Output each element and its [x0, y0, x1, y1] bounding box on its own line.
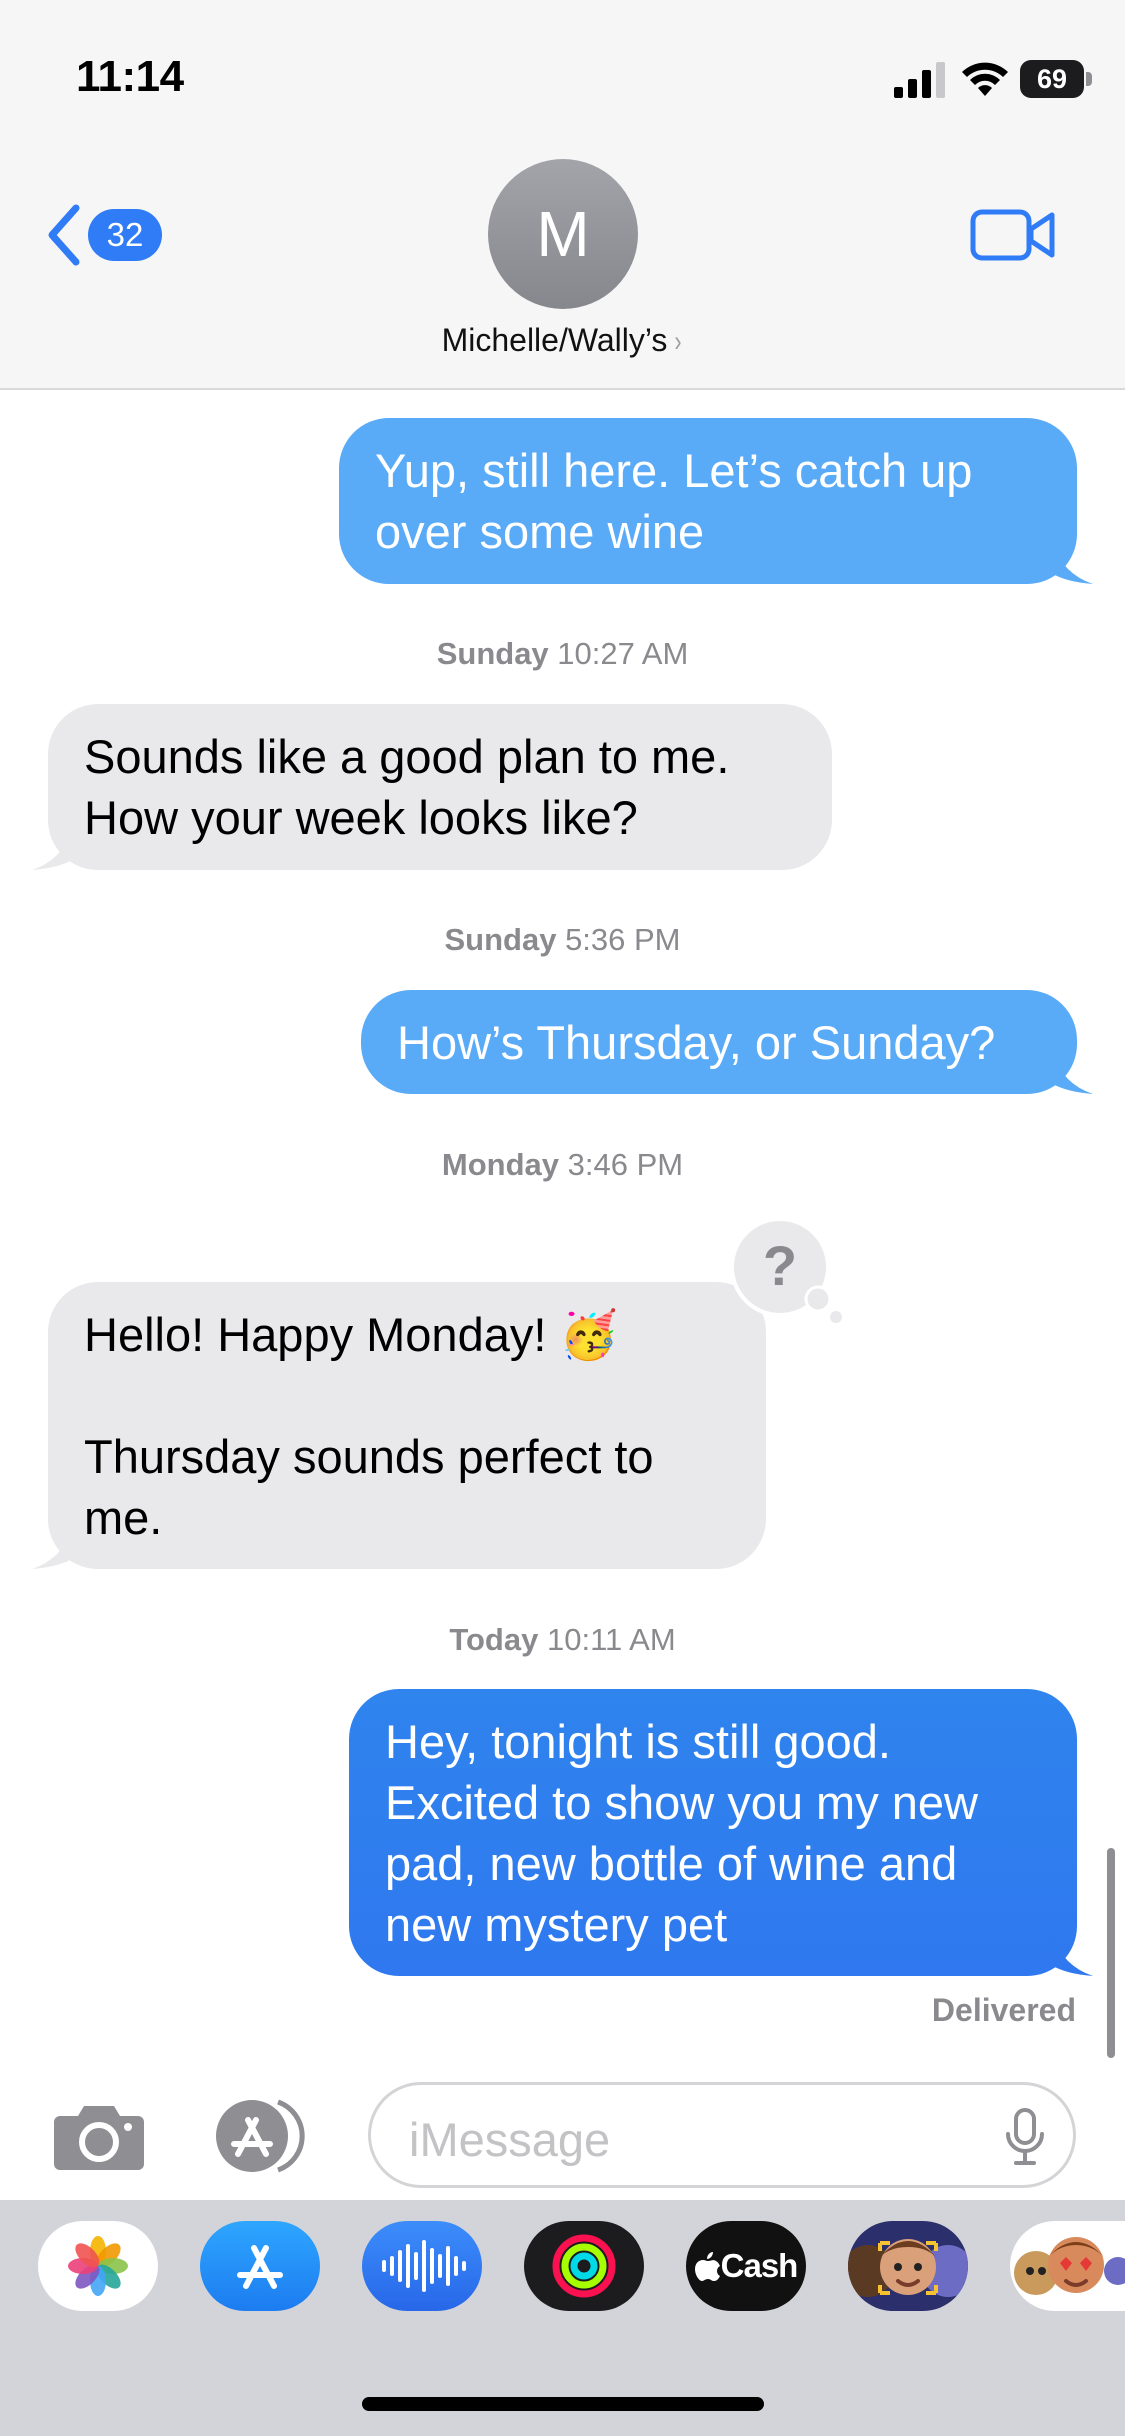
- timestamp-day: Monday: [441, 1147, 560, 1182]
- cellular-signal-icon: [894, 62, 945, 98]
- message-text: Yup, still here. Let’s catch up over som…: [375, 444, 973, 558]
- message-bubble-received[interactable]: Hello! Happy Monday! 🥳 Thursday sounds p…: [32, 1282, 766, 1569]
- app-store-drawer-button[interactable]: [208, 2098, 318, 2174]
- timestamp-time: 3:46 PM: [567, 1147, 684, 1182]
- message-bubble-sent[interactable]: How’s Thursday, or Sunday?: [361, 990, 1093, 1094]
- bubble-tail: [1053, 1054, 1093, 1094]
- memoji-stickers-app-button[interactable]: [1010, 2221, 1125, 2311]
- photos-icon: [68, 2236, 128, 2296]
- contact-name-button[interactable]: Michelle/Wally’s ›: [0, 322, 1125, 359]
- contact-avatar[interactable]: M: [488, 159, 638, 309]
- question-tapback-icon[interactable]: ?: [732, 1219, 842, 1329]
- memoji-app-button[interactable]: [848, 2221, 968, 2311]
- scroll-indicator[interactable]: [1107, 1848, 1115, 2058]
- memoji-stickers-icon: [1014, 2237, 1125, 2295]
- audio-message-icon: [382, 2240, 466, 2292]
- app-store-icon: [237, 2245, 283, 2289]
- input-bar: iMessage: [0, 2078, 1125, 2200]
- contact-name: Michelle/Wally’s: [441, 322, 668, 358]
- input-placeholder: iMessage: [409, 2113, 611, 2166]
- facetime-video-button[interactable]: [970, 205, 1056, 265]
- timestamp: Sunday 5:36 PM: [0, 922, 1125, 958]
- fitness-activity-icon: [552, 2234, 616, 2298]
- message-bubble-sent[interactable]: Yup, still here. Let’s catch up over som…: [339, 418, 1093, 584]
- tapback-symbol: ?: [763, 1234, 797, 1297]
- message-text: How’s Thursday, or Sunday?: [397, 1016, 996, 1069]
- unread-count-badge: 32: [88, 209, 162, 261]
- bubble-tail: [1053, 544, 1093, 584]
- delivery-status: Delivered: [931, 1992, 1076, 2028]
- memoji-icon: [848, 2239, 968, 2297]
- message-thread[interactable]: Yup, still here. Let’s catch up over som…: [0, 392, 1125, 2077]
- camera-button[interactable]: [52, 2100, 146, 2172]
- timestamp-time: 10:11 AM: [546, 1622, 676, 1657]
- timestamp-day: Sunday: [444, 922, 557, 957]
- timestamp-day: Sunday: [436, 636, 549, 671]
- message-text: Hey, tonight is still good. Excited to s…: [385, 1715, 978, 1951]
- apple-cash-app-button[interactable]: Cash: [686, 2221, 806, 2311]
- apple-logo-icon: [694, 2252, 720, 2281]
- microphone-icon[interactable]: [1003, 2107, 1047, 2167]
- battery-percent: 69: [1036, 64, 1068, 94]
- timestamp-time: 5:36 PM: [565, 922, 681, 957]
- cash-label: Cash: [720, 2247, 799, 2284]
- timestamp: Sunday 10:27 AM: [0, 636, 1125, 672]
- timestamp: Monday 3:46 PM: [0, 1147, 1125, 1183]
- home-indicator[interactable]: [362, 2397, 764, 2411]
- chevron-left-icon: [48, 204, 80, 266]
- fitness-app-button[interactable]: [524, 2221, 644, 2311]
- conversation-header: 11:14 69 32 M Michelle/Wally’s ›: [0, 0, 1125, 390]
- timestamp: Today 10:11 AM: [0, 1622, 1125, 1658]
- wifi-icon: [962, 62, 1008, 96]
- back-button[interactable]: 32: [44, 200, 174, 270]
- bubble-tail: [32, 830, 72, 870]
- message-text-line: Hello! Happy Monday! 🥳: [84, 1308, 618, 1361]
- message-text: Sounds like a good plan to me. How your …: [84, 730, 730, 844]
- app-store-app-button[interactable]: [200, 2221, 320, 2311]
- battery-nub: [1086, 72, 1092, 86]
- bubble-tail: [1053, 1936, 1093, 1976]
- bubble-tail: [32, 1529, 72, 1569]
- chevron-right-icon: ›: [674, 325, 682, 358]
- message-text-line: Thursday sounds perfect to me.: [84, 1430, 654, 1544]
- imessage-input[interactable]: iMessage: [368, 2082, 1076, 2188]
- timestamp-day: Today: [449, 1622, 539, 1657]
- message-bubble-received[interactable]: Sounds like a good plan to me. How your …: [32, 704, 832, 870]
- battery-indicator: 69: [1020, 60, 1092, 98]
- timestamp-time: 10:27 AM: [557, 636, 689, 671]
- audio-message-app-button[interactable]: [362, 2221, 482, 2311]
- status-time: 11:14: [76, 52, 184, 101]
- message-bubble-sent[interactable]: Hey, tonight is still good. Excited to s…: [349, 1689, 1093, 1976]
- photos-app-button[interactable]: [38, 2221, 158, 2311]
- status-bar: 11:14 69: [0, 0, 1125, 150]
